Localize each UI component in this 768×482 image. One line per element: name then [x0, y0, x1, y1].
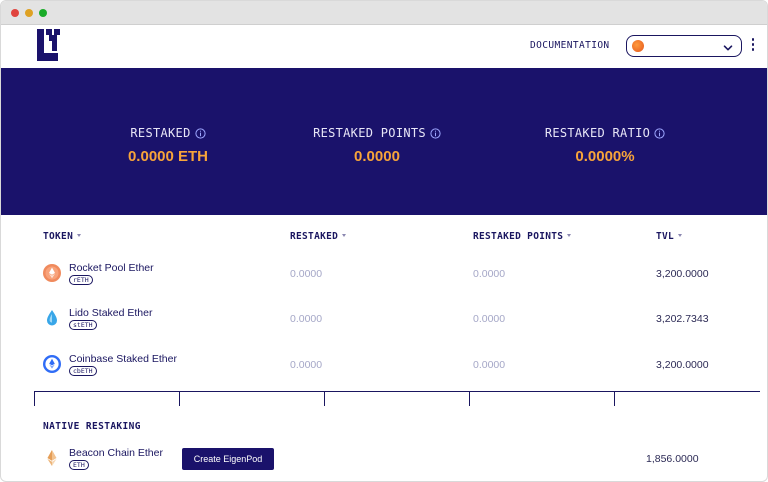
chevron-down-icon: [723, 40, 733, 51]
column-header-token[interactable]: TOKEN: [43, 231, 82, 242]
lido-icon: [43, 309, 61, 327]
close-window-button[interactable]: [11, 9, 19, 17]
info-icon[interactable]: [194, 127, 206, 139]
restaked-points-value: 0.0000: [473, 359, 506, 371]
restaked-points-value: 0.0000: [473, 313, 506, 325]
restaked-value: 0.0000: [290, 313, 323, 325]
token-symbol-badge: ETH: [69, 460, 89, 470]
token-name: Coinbase Staked Ether: [69, 353, 177, 365]
token-row-steth[interactable]: Lido Staked Ether stETH 0.0000 0.0000 3,…: [1, 299, 767, 339]
stat-restaked: RESTAKED 0.0000 ETH: [68, 124, 268, 165]
sort-caret-icon: [678, 234, 683, 237]
stat-label: RESTAKED RATIO: [544, 126, 651, 140]
column-header-tvl[interactable]: TVL: [656, 231, 683, 242]
stat-label: RESTAKED POINTS: [313, 126, 426, 140]
create-eigenpod-button[interactable]: Create EigenPod: [182, 448, 274, 470]
restaked-value: 0.0000: [290, 359, 323, 371]
token-symbol-badge: cbETH: [69, 366, 97, 376]
eigenlayer-logo-icon[interactable]: [37, 29, 65, 61]
minimize-window-button[interactable]: [25, 9, 33, 17]
documentation-link[interactable]: DOCUMENTATION: [530, 40, 610, 51]
tvl-value: 3,202.7343: [656, 313, 709, 325]
native-row-eth[interactable]: Beacon Chain Ether ETH 1,856.0000: [1, 439, 767, 479]
sort-caret-icon: [77, 234, 82, 237]
section-divider: [34, 391, 760, 406]
column-header-restaked[interactable]: RESTAKED: [290, 231, 347, 242]
token-symbol-badge: rETH: [69, 275, 93, 285]
ethereum-icon: [43, 449, 61, 467]
stat-value: 0.0000 ETH: [127, 148, 209, 165]
token-name: Beacon Chain Ether: [69, 447, 163, 459]
column-header-restaked-points[interactable]: RESTAKED POINTS: [473, 231, 572, 242]
top-header: DOCUMENTATION: [1, 25, 767, 68]
wallet-select[interactable]: [626, 35, 742, 57]
tvl-value: 3,200.0000: [656, 268, 709, 280]
stat-restaked-points: RESTAKED POINTS 0.0000: [277, 124, 477, 165]
kebab-menu-icon[interactable]: [750, 38, 756, 54]
app-content: DOCUMENTATION RESTAKED 0.0000 ETH RESTAK…: [1, 25, 767, 481]
sort-caret-icon: [342, 234, 347, 237]
sort-caret-icon: [567, 234, 572, 237]
stat-label: RESTAKED: [130, 126, 191, 140]
token-symbol-badge: stETH: [69, 320, 97, 330]
token-name: Rocket Pool Ether: [69, 262, 154, 274]
stat-restaked-ratio: RESTAKED RATIO 0.0000%: [505, 124, 705, 165]
browser-window: DOCUMENTATION RESTAKED 0.0000 ETH RESTAK…: [0, 0, 768, 482]
tvl-value: 1,856.0000: [646, 453, 699, 465]
stats-banner: RESTAKED 0.0000 ETH RESTAKED POINTS 0.00…: [1, 68, 767, 215]
stat-value: 0.0000%: [575, 148, 635, 165]
token-name: Lido Staked Ether: [69, 307, 153, 319]
stat-value: 0.0000: [354, 148, 400, 165]
coinbase-icon: [43, 355, 61, 373]
wallet-avatar-icon: [632, 40, 644, 52]
maximize-window-button[interactable]: [39, 9, 47, 17]
token-row-cbeth[interactable]: Coinbase Staked Ether cbETH 0.0000 0.000…: [1, 345, 767, 385]
restaked-value: 0.0000: [290, 268, 323, 280]
info-icon[interactable]: [654, 127, 665, 139]
window-titlebar: [1, 1, 767, 25]
rocket-pool-icon: [43, 264, 61, 282]
token-row-reth[interactable]: Rocket Pool Ether rETH 0.0000 0.0000 3,2…: [1, 254, 767, 294]
native-restaking-title: NATIVE RESTAKING: [43, 421, 141, 432]
info-icon[interactable]: [430, 127, 441, 139]
tvl-value: 3,200.0000: [656, 359, 709, 371]
restaked-points-value: 0.0000: [473, 268, 506, 280]
